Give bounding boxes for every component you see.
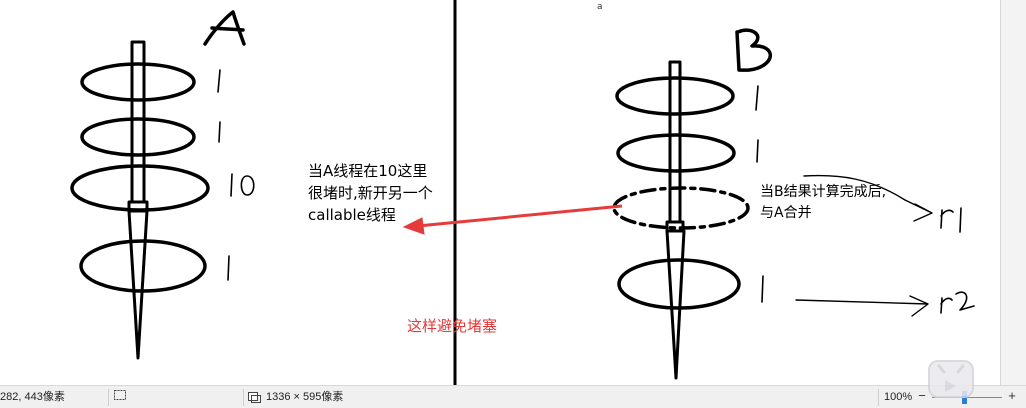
status-separator [878,389,879,406]
selection-icon [114,390,126,400]
cursor-coordinates: 282, 443像素 [0,391,65,403]
canvas-size-text: 1336 × 595像素 [266,391,344,403]
watermark-logo-icon [928,360,974,398]
red-arrow [402,204,623,235]
shaft-a-upper [130,40,146,204]
mark-b-1 [755,85,759,111]
label-r1-glyph [940,207,962,233]
shaft-b-tip [665,229,686,380]
small-mark-text: a [597,2,603,12]
shaft-b-upper [668,60,682,224]
mark-b-2 [756,139,759,163]
ring-a-2 [80,117,196,157]
zoom-level: 100% [884,391,913,403]
vertical-scrollbar-area[interactable] [1000,0,1026,385]
annotation-merge-result: 当B结果计算完成后, 与A合并 [760,184,887,221]
annotation-callable-thread: 当A线程在10这里 很堵时,新开另一个 callable线程 [308,162,433,224]
canvas-size-icon [248,392,261,403]
mark-a-4 [227,255,230,281]
ring-b-2 [616,133,736,173]
arrow-r2 [795,295,929,317]
status-separator [243,389,244,406]
mark-a-1 [217,69,221,93]
label-r2-glyph [940,291,975,314]
status-bar: 282, 443像素 1336 × 595像素 100% − + [0,385,1026,408]
zoom-plus-icon[interactable]: + [1005,389,1019,404]
canvas-size-display: 1336 × 595像素 [248,390,343,405]
ring-a-1 [80,62,196,102]
shaft-a-tip [127,209,149,360]
figure-a [70,10,255,360]
ring-b-1 [615,76,735,116]
mark-a-2 [218,121,221,143]
mark-b-4 [761,275,764,303]
annotation-avoid-blocking: 这样避免堵塞 [407,317,498,335]
label-a-glyph [203,10,246,46]
paint-canvas[interactable]: a 当A线程在10这里 很堵时,新开另一个 callable线程 当B结果计算完… [0,0,1026,385]
status-separator [108,389,109,406]
label-b-glyph [735,28,772,72]
mark-a-3 [230,173,255,197]
